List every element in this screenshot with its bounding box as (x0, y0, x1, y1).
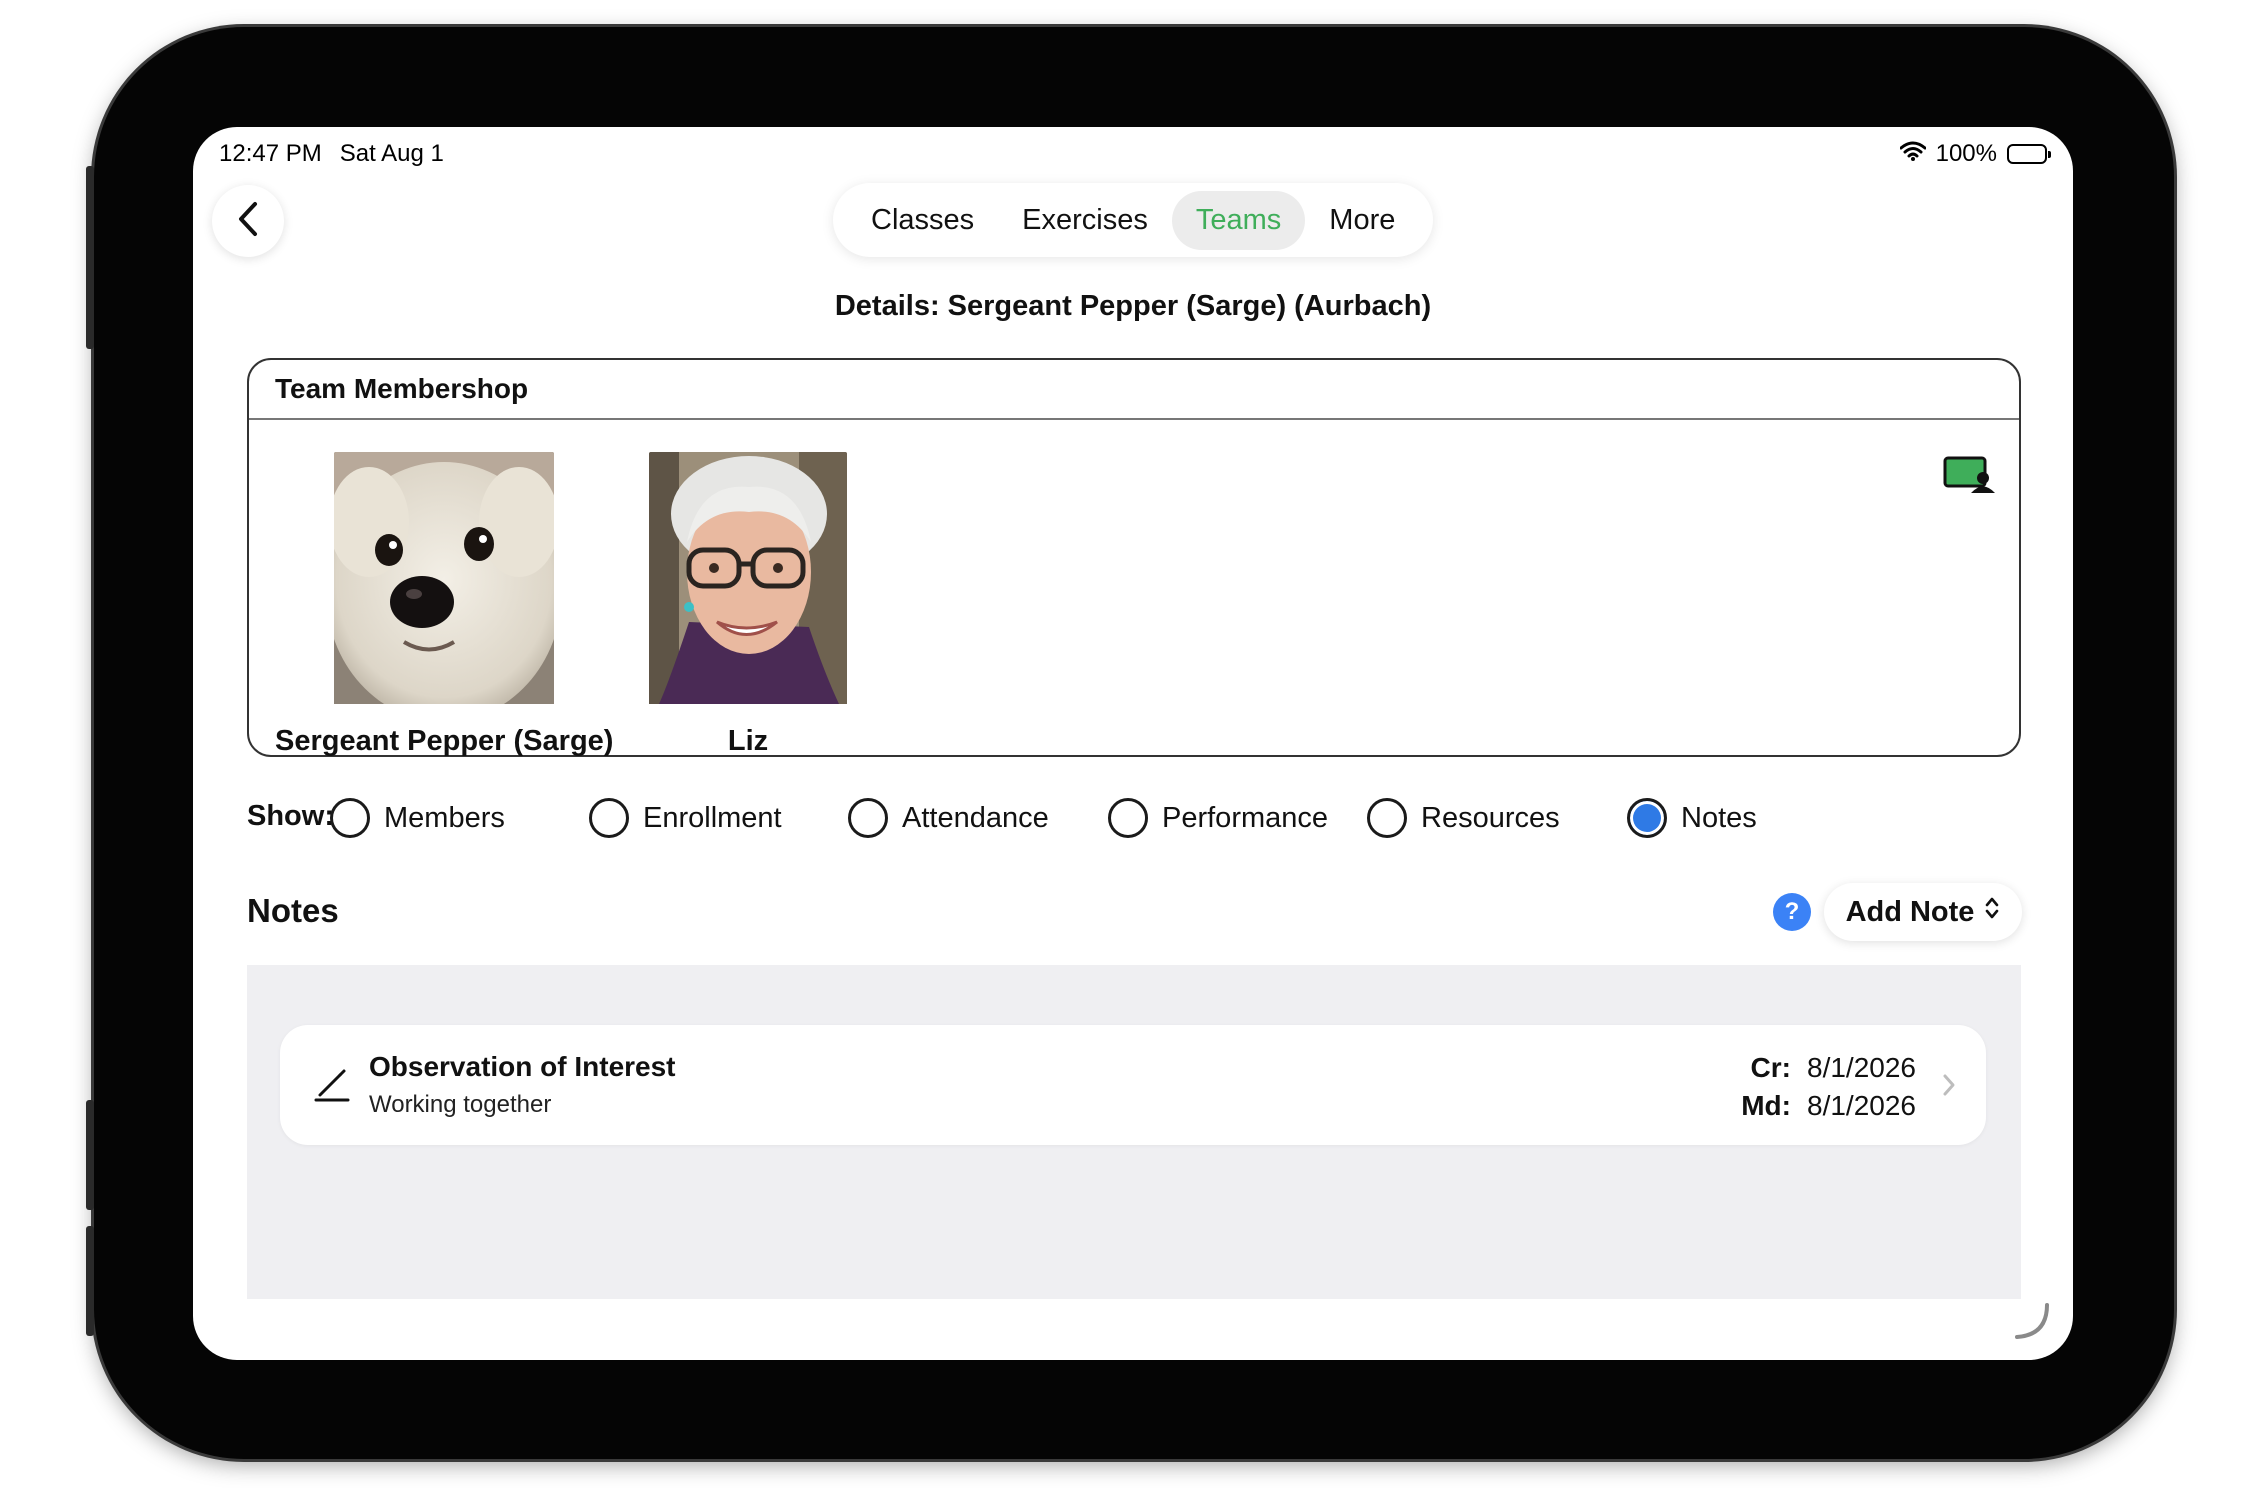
chevron-right-icon (1942, 1073, 1956, 1102)
radio-circle-selected (1627, 798, 1667, 838)
note-title: Observation of Interest (369, 1051, 676, 1082)
tab-teams[interactable]: Teams (1171, 190, 1306, 250)
created-label: Cr: (1750, 1052, 1791, 1083)
tab-classes[interactable]: Classes (847, 191, 998, 250)
note-list-item[interactable]: Observation of Interest Working together… (280, 1025, 1986, 1145)
add-note-button[interactable]: Add Note (1824, 883, 2022, 941)
page-title: Details: Sergeant Pepper (Sarge) (Aurbac… (834, 290, 1432, 322)
side-button (86, 166, 94, 349)
modified-label: Md: (1741, 1090, 1791, 1121)
status-bar: 12:47 PM Sat Aug 1 100% (219, 140, 2051, 174)
radio-label: Attendance (902, 801, 1049, 834)
pencil-icon (314, 1067, 350, 1108)
notes-list: Observation of Interest Working together… (247, 965, 2021, 1299)
radio-circle (1367, 798, 1407, 838)
note-subtitle: Working together (369, 1091, 552, 1118)
person-card-icon[interactable] (1943, 456, 1997, 499)
screen: 12:47 PM Sat Aug 1 100% Classes Exercise… (193, 127, 2073, 1360)
team-card-header: Team Membershop (249, 360, 2019, 420)
show-filter: Show: Members Enrollment Attendance Perf… (247, 795, 2047, 845)
radio-resources[interactable]: Resources (1367, 798, 1560, 838)
status-time: 12:47 PM (219, 140, 322, 167)
radio-performance[interactable]: Performance (1108, 798, 1328, 838)
radio-members[interactable]: Members (330, 798, 505, 838)
resize-handle-icon[interactable] (2011, 1301, 2051, 1346)
member-item[interactable]: Liz (649, 452, 847, 758)
team-membership-card: Team Membershop Sergeant Pepper (Sarge) … (247, 358, 2021, 757)
note-dates: Cr: 8/1/2026 Md: 8/1/2026 (1741, 1049, 1916, 1125)
member-name: Sergeant Pepper (Sarge) (275, 725, 614, 757)
member-item[interactable]: Sergeant Pepper (Sarge) (275, 452, 613, 758)
radio-circle (330, 798, 370, 838)
status-date: Sat Aug 1 (339, 140, 444, 167)
modified-date: 8/1/2026 (1807, 1090, 1916, 1121)
add-note-label: Add Note (1845, 895, 1975, 928)
radio-circle (1108, 798, 1148, 838)
volume-up-button (86, 1100, 94, 1210)
radio-circle (848, 798, 888, 838)
tab-exercises[interactable]: Exercises (998, 191, 1172, 250)
radio-enrollment[interactable]: Enrollment (589, 798, 782, 838)
wifi-icon (1899, 140, 1927, 168)
chevron-up-down-icon (1984, 895, 2000, 929)
tab-bar: Classes Exercises Teams More (833, 183, 1433, 257)
radio-notes[interactable]: Notes (1627, 798, 1757, 838)
show-label: Show: (247, 800, 334, 832)
radio-label: Performance (1162, 801, 1329, 834)
radio-circle (589, 798, 629, 838)
tab-more[interactable]: More (1305, 191, 1419, 250)
radio-label: Enrollment (643, 801, 782, 834)
person-photo (649, 452, 847, 709)
dog-photo (334, 452, 555, 709)
volume-down-button (86, 1226, 94, 1336)
back-button[interactable] (212, 185, 284, 257)
radio-attendance[interactable]: Attendance (848, 798, 1049, 838)
notes-section-title: Notes (247, 892, 339, 929)
radio-label: Members (384, 801, 505, 834)
radio-label: Resources (1421, 801, 1560, 834)
battery-percent: 100% (1935, 140, 1997, 167)
member-name: Liz (727, 725, 769, 757)
chevron-left-icon (237, 201, 259, 242)
created-date: 8/1/2026 (1807, 1052, 1916, 1083)
help-button[interactable]: ? (1773, 893, 1811, 931)
battery-icon (2007, 144, 2051, 164)
radio-label: Notes (1681, 801, 1757, 834)
